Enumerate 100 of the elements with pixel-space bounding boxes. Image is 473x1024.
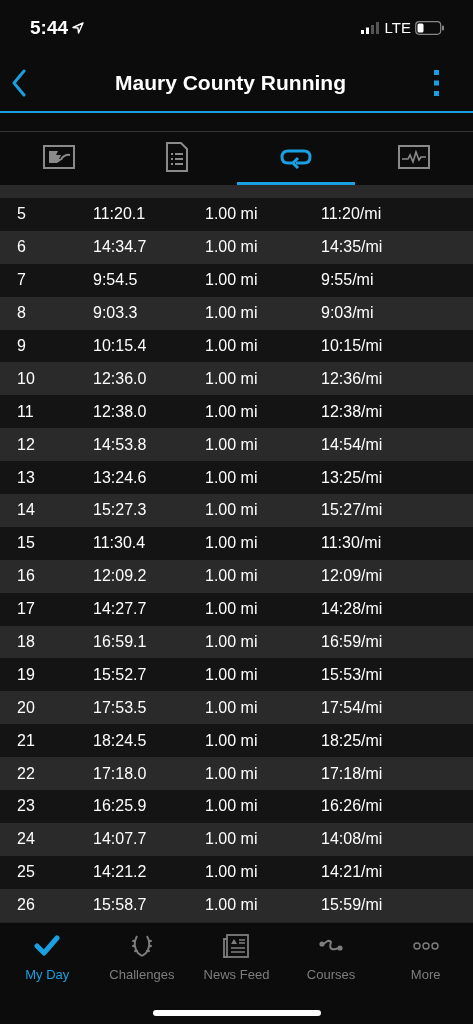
lap-time: 18:24.5 — [93, 731, 148, 750]
lap-pace: 14:21/mi — [321, 863, 383, 882]
lap-distance: 1.00 mi — [205, 633, 259, 651]
map-icon — [43, 145, 76, 169]
lap-number: 20 — [16, 698, 36, 717]
lap-number: 17 — [16, 600, 36, 619]
lap-number: 21 — [16, 731, 36, 750]
lap-pace: 16:59/mi — [321, 633, 383, 651]
lap-time: 12:36.0 — [93, 369, 148, 388]
lap-time: 17:18.0 — [93, 764, 148, 783]
lap-distance: 1.00 mi — [205, 764, 259, 783]
lap-pace: 15:53/mi — [321, 665, 383, 684]
lap-number: 15 — [16, 534, 36, 553]
lap-number: 18 — [16, 633, 36, 651]
lap-time: 14:27.7 — [93, 600, 148, 619]
lap-pace: 14:08/mi — [321, 830, 383, 849]
lap-number: 9 — [16, 337, 27, 355]
network-label: LTE — [384, 19, 411, 36]
lap-distance: 1.00 mi — [205, 534, 259, 553]
lap-number: 26 — [16, 896, 36, 915]
more-dots-icon — [412, 941, 439, 950]
nav-tab[interactable]: Courses — [283, 932, 379, 982]
lap-pace: 17:18/mi — [321, 764, 383, 783]
lap-number: 6 — [16, 238, 27, 257]
lap-pace: 12:09/mi — [321, 567, 383, 586]
lap-distance: 1.00 mi — [205, 863, 259, 882]
lap-time: 15:58.7 — [93, 896, 148, 915]
lap-time: 11:30.4 — [93, 534, 147, 553]
lap-distance: 1.00 mi — [205, 731, 259, 750]
lap-distance: 1.00 mi — [205, 402, 259, 421]
lap-number: 13 — [16, 468, 36, 487]
lap-number: 7 — [16, 271, 27, 290]
lap-distance: 1.00 mi — [205, 797, 259, 816]
nav-tab[interactable]: More — [378, 932, 473, 982]
lap-number: 12 — [16, 435, 36, 454]
lap-distance: 1.00 mi — [205, 337, 259, 355]
lap-time: 14:07.7 — [93, 830, 148, 849]
lap-pace: 14:35/mi — [321, 238, 383, 257]
lap-number: 14 — [16, 501, 36, 520]
lap-pace: 13:25/mi — [321, 468, 383, 487]
lap-time: 9:03.3 — [93, 304, 139, 323]
lap-time: 16:25.9 — [93, 797, 148, 816]
lap-distance: 1.00 mi — [205, 830, 259, 849]
lap-time: 12:09.2 — [93, 567, 148, 586]
lap-time: 14:34.7 — [93, 238, 148, 257]
lap-pace: 9:55/mi — [321, 271, 374, 290]
lap-number: 23 — [16, 797, 36, 816]
more-options-button[interactable] — [434, 70, 440, 96]
lap-pace: 11:30/mi — [321, 534, 382, 553]
lap-distance: 1.00 mi — [205, 665, 259, 684]
nav-tab[interactable]: My Day — [0, 932, 95, 982]
lap-pace: 16:26/mi — [321, 797, 383, 816]
lap-pace: 18:25/mi — [321, 731, 383, 750]
lap-pace: 17:54/mi — [321, 698, 383, 717]
lap-number: 11 — [16, 402, 35, 421]
lap-distance: 1.00 mi — [205, 205, 259, 224]
lap-time: 11:20.1 — [93, 205, 147, 224]
lap-pace: 9:03/mi — [321, 304, 374, 323]
lap-time: 14:21.2 — [93, 863, 148, 882]
lap-pace: 12:38/mi — [321, 402, 383, 421]
lap-distance: 1.00 mi — [205, 567, 259, 586]
lap-number: 8 — [16, 304, 27, 323]
lap-time: 12:38.0 — [93, 402, 148, 421]
signal-icon — [360, 21, 381, 34]
lap-number: 25 — [16, 863, 36, 882]
heart-rate-chart-icon — [397, 145, 430, 169]
lap-pace: 15:27/mi — [321, 501, 383, 520]
lap-distance: 1.00 mi — [205, 304, 259, 323]
nav-tab[interactable]: News Feed — [189, 932, 284, 982]
lap-number: 24 — [16, 830, 36, 849]
battery-icon — [415, 20, 445, 35]
location-arrow-icon — [72, 21, 85, 34]
lap-number: 22 — [16, 764, 36, 783]
lap-number: 19 — [16, 665, 36, 684]
lap-distance: 1.00 mi — [205, 468, 259, 487]
lap-distance: 1.00 mi — [205, 600, 259, 619]
lap-time: 9:54.5 — [93, 271, 139, 290]
lap-time: 14:53.8 — [93, 435, 148, 454]
screen-title: Maury County Running — [114, 71, 347, 95]
lap-distance: 1.00 mi — [205, 271, 259, 290]
lap-distance: 1.00 mi — [205, 896, 259, 915]
newspaper-icon — [223, 932, 250, 959]
back-button[interactable] — [11, 69, 27, 97]
lap-pace: 12:36/mi — [321, 369, 383, 388]
nav-tab[interactable]: Challenges — [94, 932, 190, 982]
lap-time: 13:24.6 — [93, 468, 148, 487]
lap-time: 10:15.4 — [93, 337, 148, 355]
lap-pace: 15:59/mi — [321, 896, 383, 915]
lap-time: 15:52.7 — [93, 665, 148, 684]
lap-number: 10 — [16, 369, 36, 388]
status-time: 5:44 — [30, 16, 69, 39]
checkmark-icon — [34, 932, 61, 959]
lap-time: 15:27.3 — [93, 501, 148, 520]
lap-pace: 11:20/mi — [321, 205, 382, 224]
lap-distance: 1.00 mi — [205, 435, 259, 454]
lap-time: 16:59.1 — [93, 633, 148, 651]
lap-number: 5 — [16, 205, 27, 224]
lap-pace: 14:54/mi — [321, 435, 383, 454]
lap-pace: 10:15/mi — [321, 337, 383, 355]
lap-distance: 1.00 mi — [205, 501, 259, 520]
